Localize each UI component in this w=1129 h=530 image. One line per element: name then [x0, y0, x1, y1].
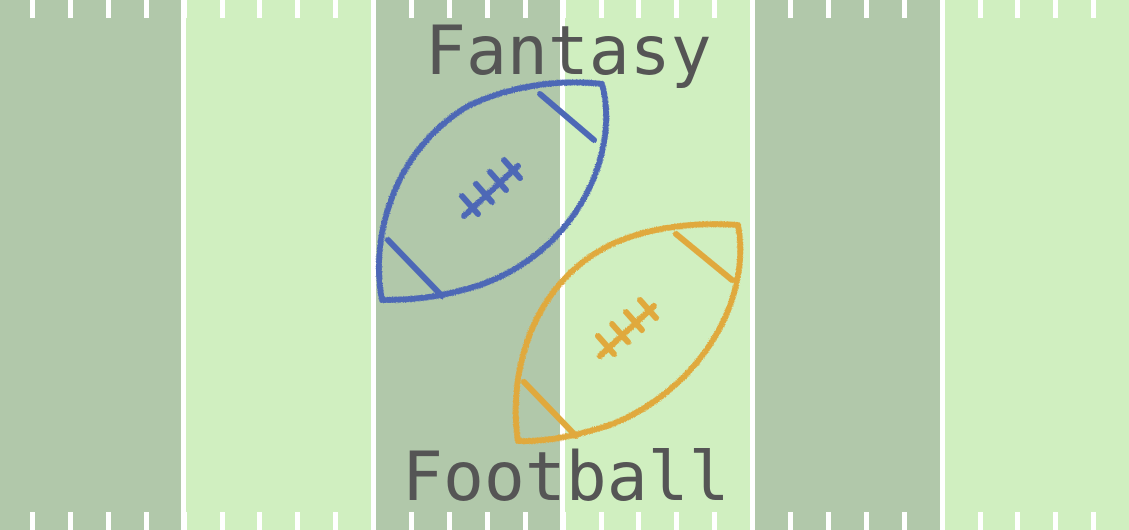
hash-mark	[826, 512, 831, 530]
logo-title-line1: Fantasy	[425, 12, 712, 91]
hash-mark	[826, 0, 831, 18]
hash-mark	[750, 512, 755, 530]
hash-mark	[68, 512, 73, 530]
stripe-light	[943, 0, 1129, 530]
hash-mark	[409, 0, 414, 18]
hash-mark	[978, 0, 983, 18]
logo-title-line2: Football	[402, 438, 730, 517]
hash-mark	[371, 0, 376, 18]
hash-mark	[220, 0, 225, 18]
stripe-dark	[755, 0, 943, 530]
hash-mark	[1091, 512, 1096, 530]
hash-mark	[257, 0, 262, 18]
hash-mark	[182, 512, 187, 530]
hash-mark	[1053, 0, 1058, 18]
hash-mark	[144, 0, 149, 18]
hash-mark	[712, 0, 717, 18]
hash-mark	[788, 0, 793, 18]
hash-mark	[182, 0, 187, 18]
hash-mark	[30, 0, 35, 18]
hash-mark	[144, 512, 149, 530]
hash-mark	[864, 0, 869, 18]
hash-mark	[1015, 512, 1020, 530]
hash-mark	[371, 512, 376, 530]
hash-mark	[1091, 0, 1096, 18]
stripe-light	[181, 0, 376, 530]
hash-mark	[1053, 512, 1058, 530]
hash-mark	[333, 0, 338, 18]
hash-mark	[788, 512, 793, 530]
hash-mark	[750, 0, 755, 18]
stripe-dark	[0, 0, 181, 530]
hash-mark	[257, 512, 262, 530]
hash-mark	[902, 512, 907, 530]
hash-mark	[30, 512, 35, 530]
hash-mark	[220, 512, 225, 530]
yard-line	[371, 0, 376, 530]
hash-mark	[68, 0, 73, 18]
yard-line	[750, 0, 755, 530]
yard-line	[181, 0, 186, 530]
yard-line	[940, 0, 945, 530]
hash-mark	[978, 512, 983, 530]
hash-mark	[1015, 0, 1020, 18]
hash-mark	[295, 0, 300, 18]
hash-mark	[106, 512, 111, 530]
hash-mark	[106, 0, 111, 18]
hash-mark	[940, 512, 945, 530]
hash-mark	[295, 512, 300, 530]
hash-mark	[333, 512, 338, 530]
hash-mark	[940, 0, 945, 18]
hash-mark	[864, 512, 869, 530]
fantasy-football-logo: Fantasy Football	[0, 0, 1129, 530]
hash-mark	[902, 0, 907, 18]
